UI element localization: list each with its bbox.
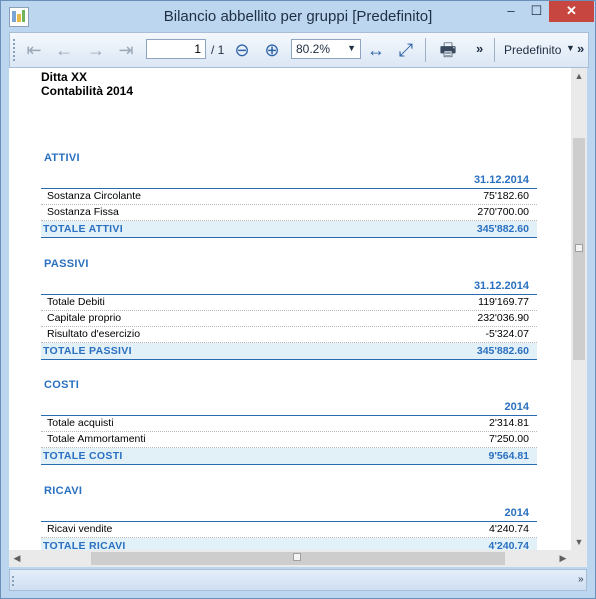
row-value: 2'314.81 [489,417,529,429]
scroll-grip-icon [293,553,301,561]
statusbar-grip [12,576,17,586]
table-row: Totale acquisti 2'314.81 [41,416,537,432]
print-icon[interactable]: 🖶 [434,36,462,64]
row-label: Risultato d'esercizio [47,328,141,340]
zoom-value: 80.2% [296,42,331,56]
total-row: TOTALE RICAVI 4'240.74 [41,538,537,550]
row-value: 7'250.00 [489,433,529,445]
minimize-button[interactable]: – [498,1,524,22]
total-label: TOTALE COSTI [43,450,123,462]
row-value: -5'324.07 [485,328,529,340]
section-costi: COSTI 2014 Totale acquisti 2'314.81 Tota… [41,379,537,465]
horizontal-scrollbar[interactable]: ◀ ▶ [9,550,571,567]
row-value: 75'182.60 [483,190,529,202]
row-value: 270'700.00 [477,206,529,218]
scroll-left-icon[interactable]: ◀ [9,550,25,567]
row-label: Ricavi vendite [47,523,113,535]
section-ricavi: RICAVI 2014 Ricavi vendite 4'240.74 TOTA… [41,485,537,550]
close-button[interactable]: ✕ [549,1,594,22]
total-value: 345'882.60 [476,345,529,357]
table-row: Totale Debiti 119'169.77 [41,295,537,311]
row-label: Sostanza Fissa [47,206,119,218]
fit-width-icon[interactable]: ↔ [362,36,390,64]
total-label: TOTALE RICAVI [43,540,126,550]
section-title: RICAVI [44,485,83,497]
table-row: Capitale proprio 232'036.90 [41,311,537,327]
table-row: Ricavi vendite 4'240.74 [41,522,537,538]
section-passivi: PASSIVI 31.12.2014 Totale Debiti 119'169… [41,258,537,360]
page-number-input[interactable] [146,39,206,59]
statusbar-overflow-button[interactable]: » [578,574,584,585]
row-label: Totale acquisti [47,417,114,429]
company-name: Ditta XX [41,70,88,84]
toolbar-separator [494,38,495,62]
scroll-grip-icon [575,244,583,252]
maximize-button[interactable]: ☐ [524,1,549,22]
previous-page-icon[interactable]: ← [50,36,78,64]
column-header: 31.12.2014 [41,174,537,189]
section-title: COSTI [44,379,80,391]
report-subtitle: Contabilità 2014 [41,84,134,98]
zoom-out-icon[interactable]: ⊖ [228,36,256,64]
total-row: TOTALE ATTIVI 345'882.60 [41,221,537,238]
total-value: 9'564.81 [488,450,529,462]
row-value: 4'240.74 [489,523,529,535]
row-label: Capitale proprio [47,312,122,324]
report-preview[interactable]: Ditta XX Contabilità 2014 ATTIVI 31.12.2… [9,68,571,550]
status-bar: » [9,569,587,591]
total-value: 345'882.60 [476,223,529,235]
first-page-icon[interactable]: ⇤ [20,36,48,64]
next-page-icon[interactable]: → [82,36,110,64]
row-label: Totale Ammortamenti [47,433,146,445]
fit-page-icon[interactable]: ⤢ [392,36,420,64]
scroll-up-icon[interactable]: ▲ [571,68,587,84]
column-header: 31.12.2014 [41,280,537,295]
total-row: TOTALE PASSIVI 345'882.60 [41,343,537,360]
row-value: 119'169.77 [478,296,529,308]
scroll-right-icon[interactable]: ▶ [555,550,571,567]
chevron-down-icon[interactable]: ▼ [566,43,575,53]
toolbar-overflow-button[interactable]: » [476,41,483,56]
total-value: 4'240.74 [488,540,529,550]
column-header: 2014 [41,401,537,416]
row-label: Sostanza Circolante [47,190,141,202]
zoom-select[interactable]: 80.2% ▼ [291,39,361,59]
section-attivi: ATTIVI 31.12.2014 Sostanza Circolante 75… [41,152,537,238]
section-title: PASSIVI [44,258,89,270]
toolbar-grip[interactable] [13,39,18,61]
total-label: TOTALE ATTIVI [43,223,123,235]
last-page-icon[interactable]: ⇥ [112,36,140,64]
vertical-scrollbar[interactable]: ▲ ▼ [571,68,587,550]
title-bar[interactable]: Bilancio abbellito per gruppi [Predefini… [1,1,595,32]
table-row: Sostanza Circolante 75'182.60 [41,189,537,205]
scrollbar-corner [571,550,587,567]
profile-dropdown[interactable]: Predefinito [504,43,561,57]
row-label: Totale Debiti [47,296,105,308]
toolbar-overflow-button-2[interactable]: » [577,41,584,56]
chevron-down-icon: ▼ [347,43,356,53]
row-value: 232'036.90 [477,312,529,324]
section-title: ATTIVI [44,152,80,164]
page-total: / 1 [211,43,225,57]
table-row: Sostanza Fissa 270'700.00 [41,205,537,221]
table-row: Totale Ammortamenti 7'250.00 [41,432,537,448]
scroll-down-icon[interactable]: ▼ [571,534,587,550]
table-row: Risultato d'esercizio -5'324.07 [41,327,537,343]
preview-toolbar: ⇤ ← → ⇥ / 1 ⊖ ⊕ 80.2% ▼ ↔ ⤢ 🖶 » Predefin… [9,32,589,68]
toolbar-separator [425,38,426,62]
app-window: Bilancio abbellito per gruppi [Predefini… [0,0,596,599]
column-header: 2014 [41,507,537,522]
total-row: TOTALE COSTI 9'564.81 [41,448,537,465]
total-label: TOTALE PASSIVI [43,345,132,357]
zoom-in-icon[interactable]: ⊕ [258,36,286,64]
